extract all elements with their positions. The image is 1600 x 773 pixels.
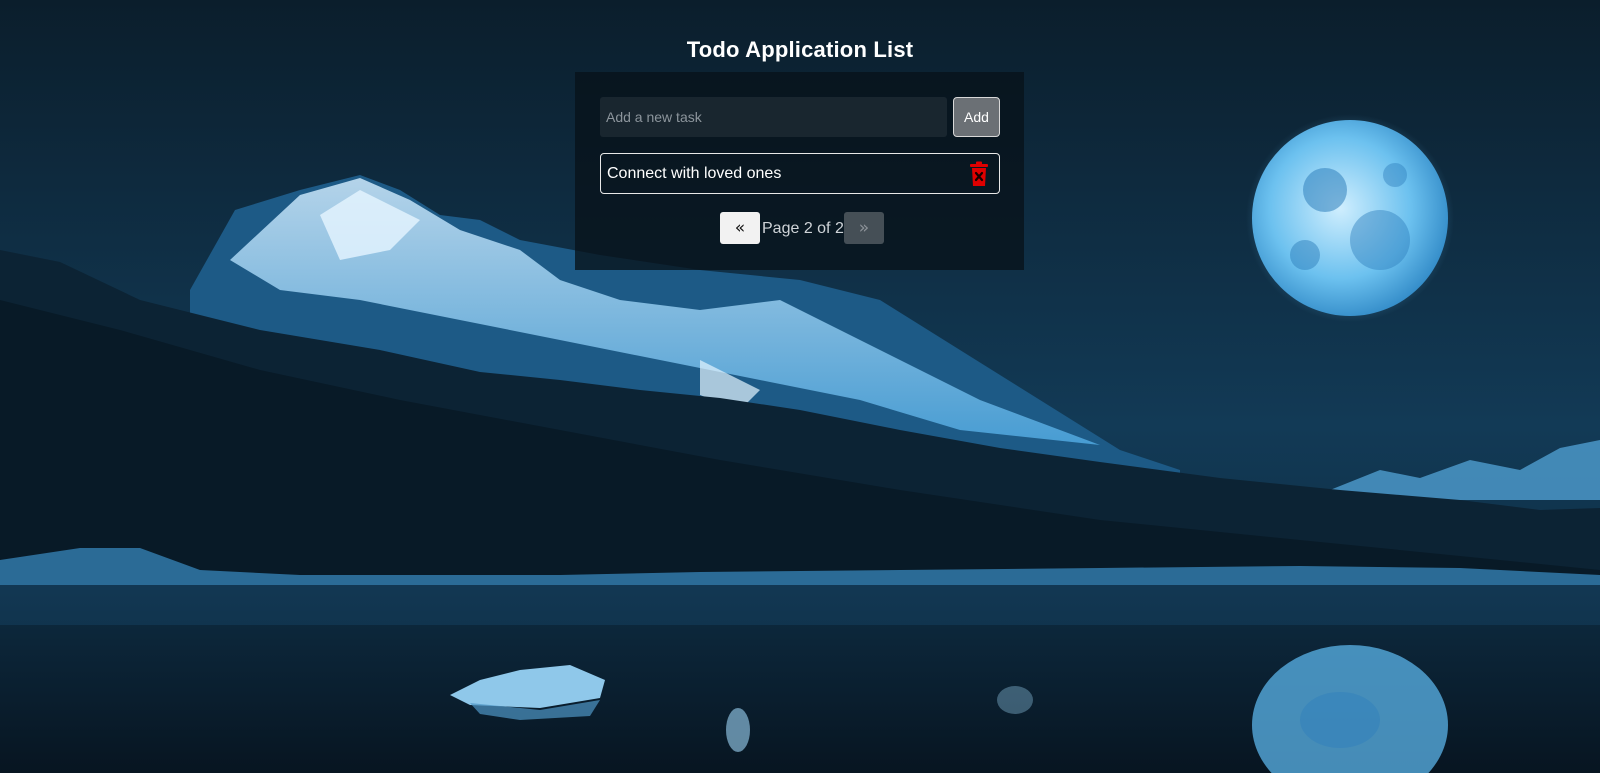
next-page-button[interactable]: »: [844, 212, 884, 244]
prev-page-button[interactable]: «: [720, 212, 760, 244]
pagination: « Page 2 of 2 »: [575, 212, 1024, 244]
page-indicator: Page 2 of 2: [762, 220, 844, 237]
task-text: Connect with loved ones: [607, 165, 782, 182]
todo-card: Add Connect with loved ones « Page 2 of …: [575, 72, 1024, 270]
add-button[interactable]: Add: [953, 97, 1000, 137]
new-task-input[interactable]: [600, 97, 947, 137]
trash-icon[interactable]: [967, 161, 991, 187]
page-title: Todo Application List: [686, 36, 914, 62]
add-task-form: Add: [600, 97, 1000, 137]
task-item: Connect with loved ones: [600, 153, 1000, 194]
